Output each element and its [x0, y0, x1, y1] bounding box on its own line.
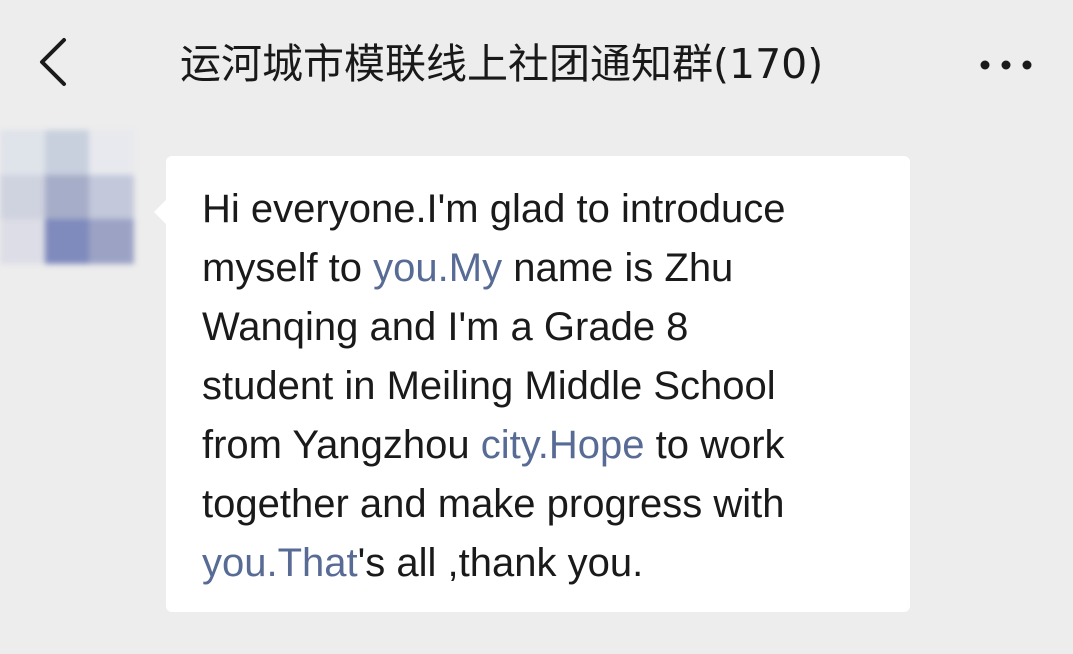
top-navigation-bar: 运河城市模联线上社团通知群(170) — [0, 0, 1073, 128]
avatar-tile — [44, 219, 90, 264]
message-link[interactable]: city.Hope — [481, 423, 645, 467]
more-options-button[interactable] — [966, 40, 1046, 90]
avatar-tile — [89, 130, 134, 175]
message-text: 's all ,thank you. — [357, 541, 644, 585]
message-link[interactable]: you.My — [373, 246, 502, 290]
message-bubble[interactable]: Hi everyone.I'm glad to introduce myself … — [154, 156, 910, 612]
message-text: student in Meiling Middle School — [202, 364, 776, 408]
avatar-tile — [0, 174, 45, 220]
message-text: together and make progress with — [202, 482, 785, 526]
message-text: myself to — [202, 246, 374, 290]
avatar-tile — [0, 219, 45, 264]
more-horizontal-icon — [980, 60, 1032, 70]
avatar-tile — [44, 174, 90, 220]
avatar-tile — [44, 130, 90, 175]
message-line: from Yangzhou city.Hope to work — [202, 416, 890, 475]
message-line: Hi everyone.I'm glad to introduce — [202, 180, 890, 239]
chevron-left-icon — [40, 38, 66, 86]
message-line: myself to you.My name is Zhu — [202, 239, 890, 298]
message-link[interactable]: you.That — [202, 541, 358, 585]
message-text: from Yangzhou — [202, 423, 481, 467]
message-text: Hi everyone.I'm glad to introduce — [202, 187, 786, 231]
avatar-tile — [89, 174, 134, 220]
message-line: student in Meiling Middle School — [202, 357, 890, 416]
message-text: name is Zhu — [502, 246, 734, 290]
sender-avatar[interactable] — [0, 130, 134, 264]
message-line: together and make progress with — [202, 475, 890, 534]
message-line: Wanqing and I'm a Grade 8 — [202, 298, 890, 357]
message-text: to work — [644, 423, 785, 467]
message-text: Wanqing and I'm a Grade 8 — [202, 305, 689, 349]
back-button[interactable] — [22, 30, 82, 94]
chat-title: 运河城市模联线上社团通知群(170) — [180, 40, 824, 88]
avatar-tile — [0, 130, 45, 175]
avatar-tile — [89, 219, 134, 264]
message-line: you.That's all ,thank you. — [202, 534, 890, 593]
